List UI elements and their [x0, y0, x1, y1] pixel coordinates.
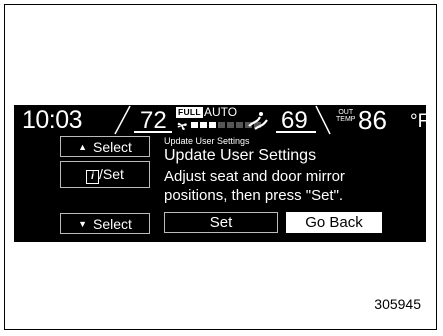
info-icon: i: [86, 169, 100, 184]
fan-speed-segment: [227, 122, 234, 128]
climate-status-bar: 10:03 72 FULL AUTO 69 OUT TEMP 86 °F: [14, 105, 426, 135]
fan-icon: [177, 122, 187, 130]
dialog-message: Adjust seat and door mirror positions, t…: [164, 167, 424, 205]
outside-temp-unit: °F: [410, 111, 426, 132]
fan-speed-segment: [236, 122, 243, 128]
divider-slash-icon: [114, 105, 131, 135]
dialog-header-small: Update User Settings: [164, 136, 250, 146]
select-up-button[interactable]: ▲ Select: [60, 136, 150, 157]
select-down-label: Select: [93, 215, 132, 232]
outside-temp-badge-line2: TEMP: [336, 116, 356, 123]
display-screen: 10:03 72 FULL AUTO 69 OUT TEMP 86 °F ▲ S…: [14, 105, 426, 242]
divider-backslash-icon: [315, 105, 331, 135]
fan-speed-segment: [191, 122, 198, 128]
passenger-temp-underline: [276, 131, 316, 133]
fan-speed-segment: [200, 122, 207, 128]
triangle-down-icon: ▼: [78, 218, 87, 229]
triangle-up-icon: ▲: [78, 141, 87, 152]
auto-mode-label: AUTO: [204, 105, 238, 119]
outside-temp-badge: OUT TEMP: [336, 109, 355, 123]
driver-temp-underline: [134, 131, 172, 133]
set-button[interactable]: Set: [164, 212, 278, 233]
fan-speed-segment: [218, 122, 225, 128]
clock: 10:03: [22, 106, 83, 134]
dialog-message-line2: positions, then press "Set".: [164, 187, 344, 204]
dialog-message-line1: Adjust seat and door mirror: [164, 168, 345, 185]
go-back-button[interactable]: Go Back: [286, 212, 382, 233]
info-set-button[interactable]: i/Set: [60, 161, 150, 188]
outside-temp-badge-line1: OUT: [338, 109, 354, 116]
fan-speed-segment: [209, 122, 216, 128]
select-down-button[interactable]: ▼ Select: [60, 213, 150, 234]
air-vent-icon: [248, 112, 268, 130]
outside-temp: 86: [358, 105, 387, 135]
fan-mode-badge: FULL: [176, 107, 203, 118]
figure-code: 305945: [374, 296, 421, 312]
dialog-title: Update User Settings: [164, 147, 317, 164]
info-set-label: /Set: [99, 165, 124, 182]
select-up-label: Select: [93, 138, 132, 155]
